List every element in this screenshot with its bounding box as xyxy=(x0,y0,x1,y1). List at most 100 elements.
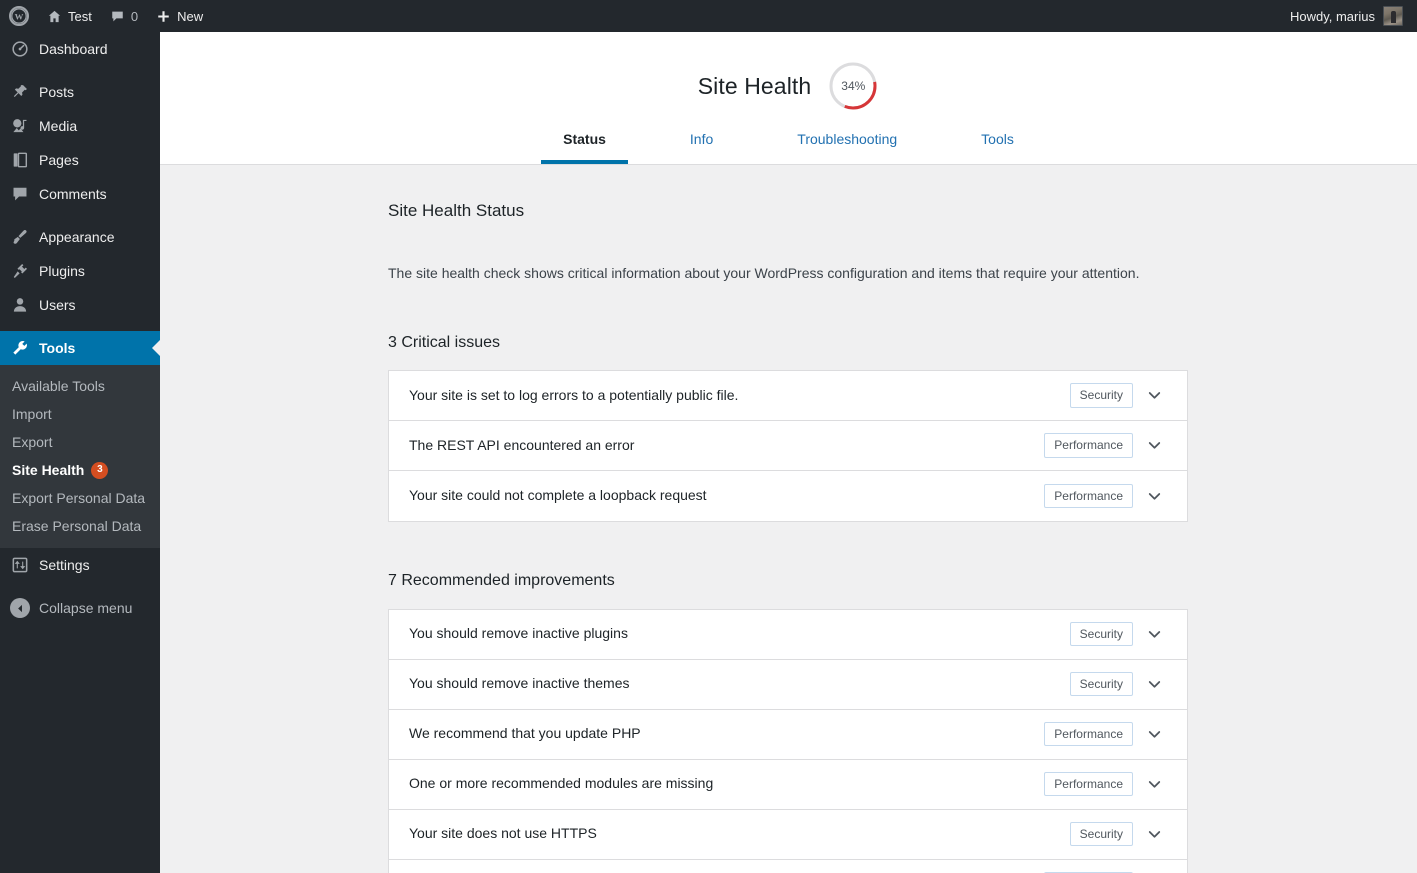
comments-bubble-button[interactable]: 0 xyxy=(101,0,147,32)
appearance-brush-icon xyxy=(10,227,30,247)
sidebar-subitem-label: Import xyxy=(12,406,52,422)
issue-row[interactable]: You should remove inactive themes Securi… xyxy=(389,660,1187,710)
sidebar-subitem-label: Export Personal Data xyxy=(12,490,146,506)
sidebar-item-pages[interactable]: Pages xyxy=(0,143,160,177)
chevron-down-icon[interactable] xyxy=(1133,776,1175,793)
chevron-down-icon[interactable] xyxy=(1133,826,1175,843)
comments-icon xyxy=(10,184,30,204)
sidebar-item-settings[interactable]: Settings xyxy=(0,548,160,582)
sidebar-subitem-import[interactable]: Import xyxy=(0,400,160,428)
recommended-improvements-title: 7 Recommended improvements xyxy=(388,572,615,590)
sidebar-item-label: Pages xyxy=(39,152,79,168)
sidebar-subitem-export-personal-data[interactable]: Export Personal Data xyxy=(0,484,160,512)
wordpress-logo-icon: W xyxy=(9,6,29,26)
site-health-header: Site Health 34% Status Info Troubleshoot… xyxy=(160,32,1417,165)
sidebar-item-users[interactable]: Users xyxy=(0,288,160,322)
issue-category-badge: Performance xyxy=(1044,721,1133,747)
chevron-down-icon[interactable] xyxy=(1133,387,1175,404)
sidebar-item-label: Posts xyxy=(39,84,75,100)
tab-troubleshooting[interactable]: Troubleshooting xyxy=(775,122,919,164)
critical-issues-list: Your site is set to log errors to a pote… xyxy=(388,370,1188,523)
new-content-button[interactable]: New xyxy=(147,0,212,32)
sidebar-item-posts[interactable]: Posts xyxy=(0,75,160,109)
sidebar-item-label: Tools xyxy=(39,340,76,356)
chevron-down-icon[interactable] xyxy=(1133,726,1175,743)
menu-separator xyxy=(0,211,160,220)
sidebar-item-label: Comments xyxy=(39,186,107,202)
admin-bar-right: Howdy, marius xyxy=(1284,0,1417,32)
collapse-menu-button[interactable]: Collapse menu xyxy=(0,591,160,625)
tab-label: Tools xyxy=(981,131,1014,147)
svg-text:W: W xyxy=(15,12,24,22)
sidebar-subitem-erase-personal-data[interactable]: Erase Personal Data xyxy=(0,512,160,540)
sidebar-item-label: Media xyxy=(39,118,78,134)
main-content-area: Site Health 34% Status Info Troubleshoot… xyxy=(160,32,1417,873)
issue-row[interactable]: Your site is set to log errors to a pote… xyxy=(389,371,1187,422)
tab-tools[interactable]: Tools xyxy=(959,122,1036,164)
chevron-down-icon[interactable] xyxy=(1133,437,1175,454)
comment-icon xyxy=(110,9,125,24)
posts-pin-icon xyxy=(10,82,30,102)
page-title: Site Health xyxy=(697,72,812,99)
sidebar-item-plugins[interactable]: Plugins xyxy=(0,254,160,288)
tab-info[interactable]: Info xyxy=(668,122,735,164)
chevron-down-icon[interactable] xyxy=(1133,488,1175,505)
issue-title: You should remove inactive themes xyxy=(409,675,630,692)
issue-row[interactable]: One or more recommended modules are miss… xyxy=(389,760,1187,810)
plus-icon xyxy=(156,9,171,24)
issue-category-badge: Security xyxy=(1069,621,1133,647)
tab-label: Info xyxy=(689,131,714,147)
admin-sidebar-menu: Dashboard Posts Media Pages Comments App… xyxy=(0,32,160,873)
issue-title: Your site is set to log errors to a pote… xyxy=(409,386,739,403)
site-name-button[interactable]: Test xyxy=(38,0,101,32)
dashboard-icon xyxy=(10,39,30,59)
issue-category-badge: Security xyxy=(1069,671,1133,697)
sidebar-item-media[interactable]: Media xyxy=(0,109,160,143)
issue-title: One or more recommended modules are miss… xyxy=(409,775,714,792)
avatar xyxy=(1383,6,1403,26)
issue-row[interactable]: Your site does not use HTTPS Security xyxy=(389,810,1187,860)
issue-row[interactable]: The REST API encountered an error Perfor… xyxy=(389,421,1187,472)
comments-count-label: 0 xyxy=(130,8,139,24)
issue-category-badge: Performance xyxy=(1044,433,1133,458)
critical-issues-title: 3 Critical issues xyxy=(388,333,501,351)
sidebar-item-label: Plugins xyxy=(39,263,85,279)
sidebar-item-appearance[interactable]: Appearance xyxy=(0,220,160,254)
issue-title: We recommend that you update PHP xyxy=(409,725,641,742)
tab-label: Status xyxy=(563,131,606,147)
collapse-menu-label: Collapse menu xyxy=(39,600,133,616)
menu-separator xyxy=(0,322,160,331)
issue-title: Your site could not complete a loopback … xyxy=(409,487,707,504)
issue-row[interactable]: We recommend that you update PHP Perform… xyxy=(389,710,1187,760)
issue-title: The REST API encountered an error xyxy=(409,436,635,453)
sidebar-subitem-export[interactable]: Export xyxy=(0,428,160,456)
sidebar-subitem-available-tools[interactable]: Available Tools xyxy=(0,372,160,400)
sidebar-item-comments[interactable]: Comments xyxy=(0,177,160,211)
status-section-description: The site health check shows critical inf… xyxy=(388,264,1140,281)
site-health-status-panel: Site Health Status The site health check… xyxy=(160,165,1417,873)
sidebar-item-tools[interactable]: Tools xyxy=(0,331,160,365)
menu-separator xyxy=(0,66,160,75)
tab-label: Troubleshooting xyxy=(797,131,898,147)
wordpress-logo-button[interactable]: W xyxy=(0,0,38,32)
issue-row[interactable]: Your site could not complete a loopback … xyxy=(389,471,1187,521)
my-account-menu[interactable]: Howdy, marius xyxy=(1284,0,1409,32)
tab-status[interactable]: Status xyxy=(541,122,628,164)
chevron-down-icon[interactable] xyxy=(1133,676,1175,693)
site-name-label: Test xyxy=(68,8,92,24)
plugins-plug-icon xyxy=(10,261,30,281)
issue-category-badge: Security xyxy=(1069,821,1133,847)
issue-row[interactable]: A scheduled event has failed Performance xyxy=(389,860,1187,873)
chevron-down-icon[interactable] xyxy=(1133,626,1175,643)
tools-wrench-icon xyxy=(10,338,30,358)
sidebar-subitem-site-health[interactable]: Site Health 3 xyxy=(0,456,160,484)
sidebar-item-label: Appearance xyxy=(39,229,115,245)
sidebar-item-label: Dashboard xyxy=(39,41,108,57)
status-section-title: Site Health Status xyxy=(388,201,525,220)
issue-row[interactable]: You should remove inactive plugins Secur… xyxy=(389,610,1187,660)
admin-bar: W Test 0 New Howdy, marius xyxy=(0,0,1417,32)
sidebar-subitem-label: Available Tools xyxy=(12,378,105,394)
issue-category-badge: Performance xyxy=(1044,483,1133,509)
howdy-label: Howdy, marius xyxy=(1289,8,1375,24)
sidebar-item-dashboard[interactable]: Dashboard xyxy=(0,32,160,66)
